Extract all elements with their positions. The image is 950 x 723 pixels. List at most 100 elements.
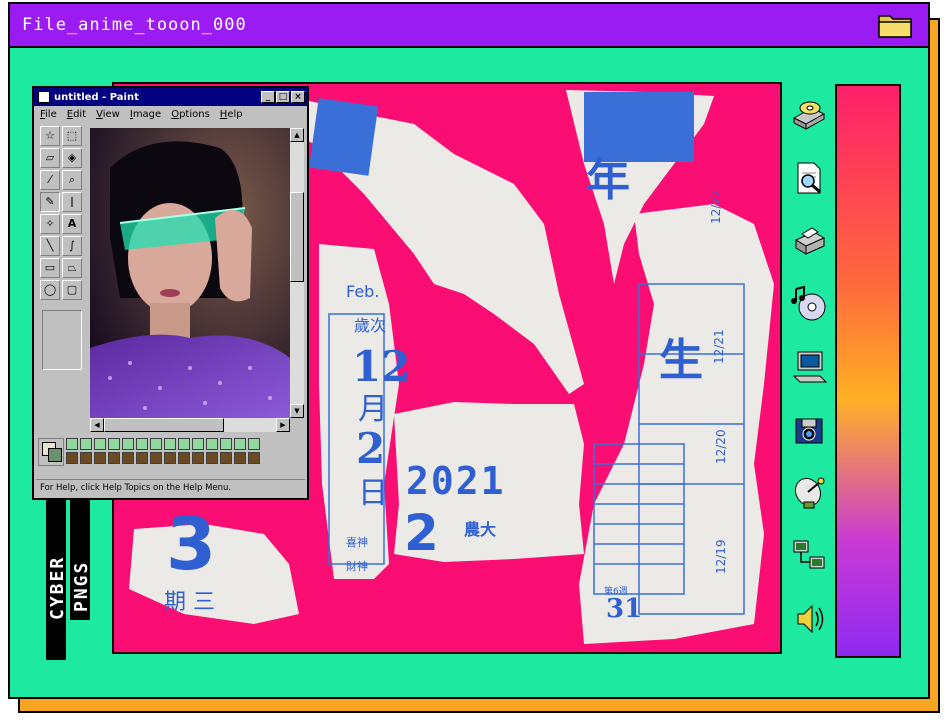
rectangle-tool-icon[interactable]: ▭ xyxy=(40,258,60,278)
calendar-label-yue: 月 xyxy=(358,392,388,427)
speaker-icon[interactable] xyxy=(790,600,828,638)
paint-canvas-photo[interactable] xyxy=(90,128,290,418)
hscroll-thumb[interactable] xyxy=(104,418,224,432)
file-search-icon[interactable] xyxy=(790,159,828,197)
paint-window: untitled - Paint _ □ × File Edit View Im… xyxy=(32,86,309,500)
palette-swatch[interactable] xyxy=(94,452,106,464)
tool-options-box[interactable] xyxy=(42,310,82,370)
rounded-rect-tool-icon[interactable]: ▢ xyxy=(62,280,82,300)
scroll-thumb[interactable] xyxy=(290,192,304,282)
palette-swatch[interactable] xyxy=(234,452,246,464)
gradient-panel xyxy=(835,84,901,658)
close-button[interactable]: × xyxy=(291,91,305,103)
calendar-date-1222: 12/22 xyxy=(709,189,723,224)
curve-tool-icon[interactable]: ∫ xyxy=(62,236,82,256)
calendar-big-3: 3 xyxy=(166,502,217,586)
cyber-girl-image xyxy=(90,128,290,418)
palette-swatch[interactable] xyxy=(192,452,204,464)
palette-swatch[interactable] xyxy=(220,438,232,450)
menu-help[interactable]: Help xyxy=(220,109,243,120)
scroll-left-icon[interactable]: ◀ xyxy=(90,418,104,432)
polygon-tool-icon[interactable]: ⏢ xyxy=(62,258,82,278)
color-picker-icon[interactable]: ⁄ xyxy=(40,170,60,190)
palette-swatch[interactable] xyxy=(66,438,78,450)
paint-title-bar: untitled - Paint _ □ × xyxy=(34,88,307,106)
palette-swatch[interactable] xyxy=(94,438,106,450)
network-icon[interactable] xyxy=(790,537,828,575)
maximize-button[interactable]: □ xyxy=(276,91,290,103)
menu-options[interactable]: Options xyxy=(171,109,210,120)
palette-swatch[interactable] xyxy=(66,452,78,464)
calendar-feb: 農大 xyxy=(464,520,497,539)
rect-select-icon[interactable]: ⬚ xyxy=(62,126,82,146)
palette-swatch[interactable] xyxy=(136,452,148,464)
palette-swatch[interactable] xyxy=(150,438,162,450)
calendar-date-1219: 12/19 xyxy=(714,539,728,574)
palette-swatch[interactable] xyxy=(248,438,260,450)
palette-swatch[interactable] xyxy=(80,438,92,450)
free-select-icon[interactable]: ☆ xyxy=(40,126,60,146)
brush-icon[interactable]: ǀ xyxy=(62,192,82,212)
pencil-icon[interactable]: ✎ xyxy=(40,192,60,212)
printer-icon[interactable] xyxy=(790,222,828,260)
scroll-down-icon[interactable]: ▼ xyxy=(290,404,304,418)
title-bar: File_anime_tooon_000 xyxy=(10,4,928,48)
palette-swatch[interactable] xyxy=(192,438,204,450)
menu-edit[interactable]: Edit xyxy=(67,109,86,120)
calendar-big-2b: 2 xyxy=(404,504,439,562)
palette-swatch[interactable] xyxy=(206,438,218,450)
calendar-big-2: 2 xyxy=(356,424,386,473)
vertical-scrollbar[interactable]: ▲ ▼ xyxy=(290,128,304,418)
scroll-right-icon[interactable]: ▶ xyxy=(276,418,290,432)
calendar-label-nongda: 歲次 xyxy=(354,316,387,335)
palette-swatch[interactable] xyxy=(220,452,232,464)
palette-swatch[interactable] xyxy=(136,438,148,450)
palette-swatch[interactable] xyxy=(122,452,134,464)
calendar-nian: 年 xyxy=(586,155,630,206)
palette-swatch[interactable] xyxy=(108,438,120,450)
current-colors[interactable] xyxy=(38,438,64,466)
palette-swatch[interactable] xyxy=(122,438,134,450)
calendar-weekday-wed: 期 三 xyxy=(164,590,215,615)
calendar-label-xishen: 喜神 xyxy=(346,536,368,549)
calendar-date-1220: 12/20 xyxy=(714,429,728,464)
palette-swatch[interactable] xyxy=(150,452,162,464)
menu-file[interactable]: File xyxy=(40,109,57,120)
status-text: For Help, click Help Topics on the Help … xyxy=(40,483,232,493)
paint-toolbox: ☆ ⬚ ▱ ◈ ⁄ ⌕ ✎ ǀ ✧ A ╲ ∫ ▭ ⏢ ◯ ▢ xyxy=(38,126,86,432)
palette-swatch[interactable] xyxy=(234,438,246,450)
cyber-pngs-label: CYBER PNGS xyxy=(46,500,104,660)
horizontal-scrollbar[interactable]: ◀ ▶ xyxy=(90,418,290,432)
computer-icon[interactable] xyxy=(790,348,828,386)
palette-swatch[interactable] xyxy=(178,438,190,450)
music-cd-icon[interactable] xyxy=(790,285,828,323)
menu-view[interactable]: View xyxy=(96,109,120,120)
text-tool-icon[interactable]: A xyxy=(62,214,82,234)
satellite-dish-icon[interactable] xyxy=(790,474,828,512)
folder-icon[interactable] xyxy=(878,12,912,38)
desktop-icon-column xyxy=(790,96,830,663)
camera-disk-icon[interactable] xyxy=(790,411,828,449)
palette-swatch[interactable] xyxy=(164,438,176,450)
scroll-up-icon[interactable]: ▲ xyxy=(290,128,304,142)
calendar-week-number: 第6週 xyxy=(604,587,628,597)
palette-swatch[interactable] xyxy=(80,452,92,464)
palette-swatch[interactable] xyxy=(248,452,260,464)
palette-swatch[interactable] xyxy=(206,452,218,464)
magnifier-icon[interactable]: ⌕ xyxy=(62,170,82,190)
palette-swatch[interactable] xyxy=(108,452,120,464)
menu-image[interactable]: Image xyxy=(130,109,161,120)
eraser-icon[interactable]: ▱ xyxy=(40,148,60,168)
calendar-year: 2021 xyxy=(406,459,506,503)
palette-swatch[interactable] xyxy=(178,452,190,464)
calendar-date-1221: 12/21 xyxy=(712,329,726,364)
cd-drive-icon[interactable] xyxy=(790,96,828,134)
ellipse-tool-icon[interactable]: ◯ xyxy=(40,280,60,300)
minimize-button[interactable]: _ xyxy=(261,91,275,103)
palette-swatch[interactable] xyxy=(164,452,176,464)
airbrush-icon[interactable]: ✧ xyxy=(40,214,60,234)
calendar-label-ri: 日 xyxy=(358,476,388,511)
fill-bucket-icon[interactable]: ◈ xyxy=(62,148,82,168)
line-tool-icon[interactable]: ╲ xyxy=(40,236,60,256)
pngs-text: PNGS xyxy=(71,560,92,612)
